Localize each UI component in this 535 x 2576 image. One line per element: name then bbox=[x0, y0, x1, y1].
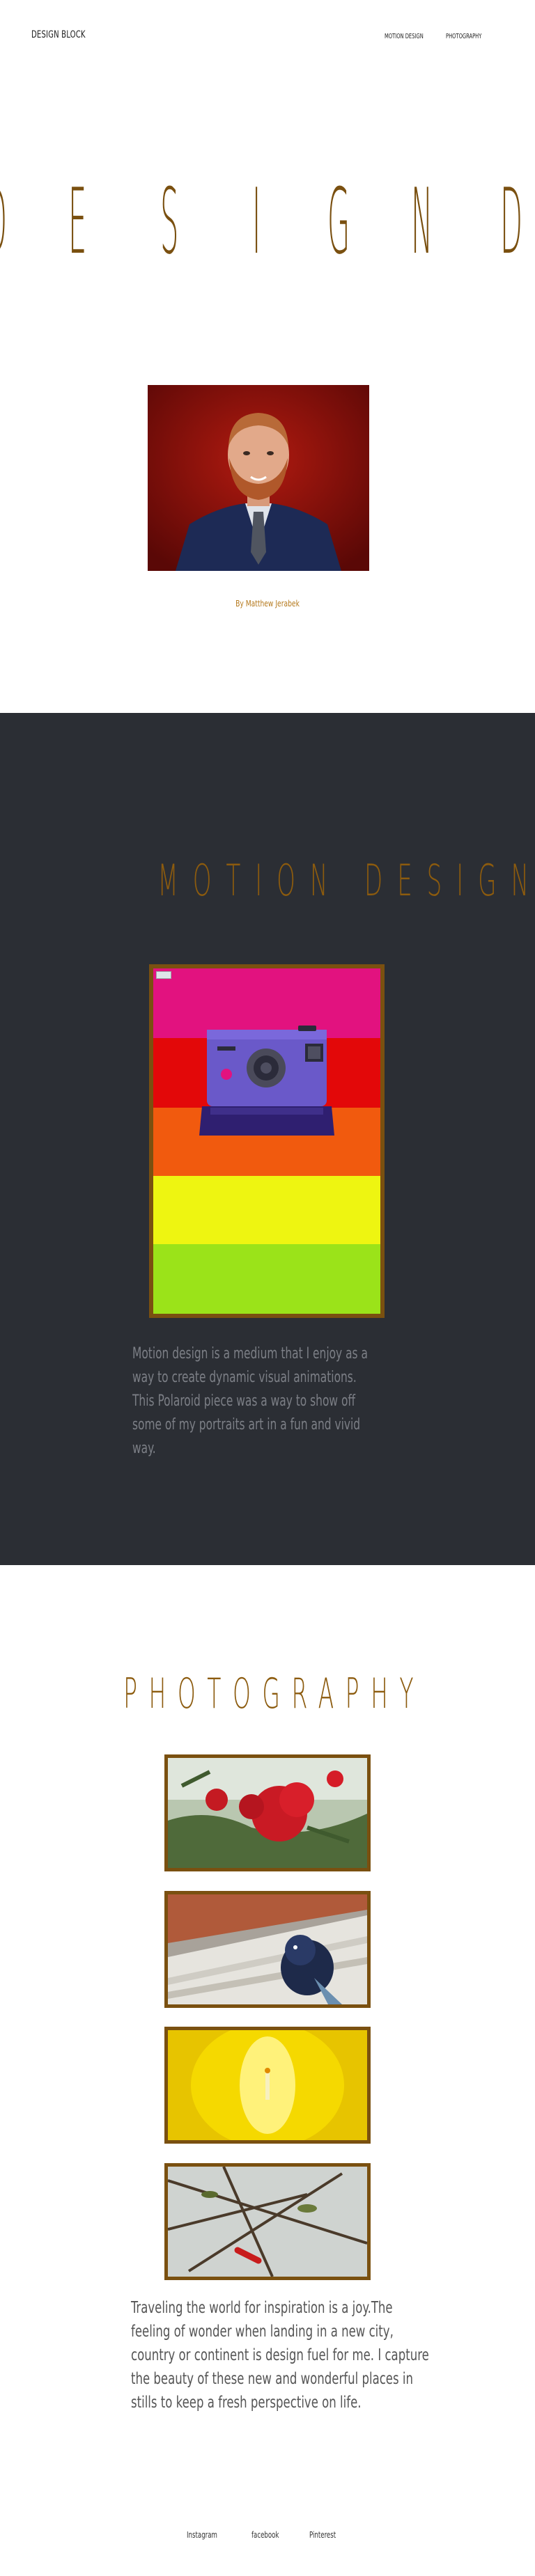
photo-bird-image bbox=[168, 1894, 367, 2004]
footer-link-instagram[interactable]: Instagram bbox=[187, 2530, 217, 2540]
nav-motion-design[interactable]: MOTION DESIGN bbox=[385, 33, 424, 40]
polaroid-frame bbox=[149, 964, 385, 1318]
polaroid-animation bbox=[153, 968, 380, 1314]
nav-photography[interactable]: PHOTOGRAPHY bbox=[446, 33, 481, 40]
footer-link-pinterest[interactable]: Pinterest bbox=[309, 2530, 336, 2540]
photo-flowers-image bbox=[168, 1758, 367, 1868]
photo-yellow-flower-image bbox=[168, 2030, 367, 2140]
photo-branches-image bbox=[168, 2167, 367, 2277]
motion-description: Motion design is a medium that I enjoy a… bbox=[132, 1345, 368, 1457]
photo-bird[interactable] bbox=[164, 1891, 371, 2008]
motion-title: MOTION DESIGN bbox=[157, 855, 535, 906]
hero-byline: By Matthew Jerabek bbox=[235, 599, 300, 608]
site-brand[interactable]: DESIGN BLOCK bbox=[31, 29, 86, 40]
hero-letters-svg: D E S I G N D bbox=[0, 168, 522, 274]
photography-description: Traveling the world for inspiration is a… bbox=[131, 2299, 429, 2412]
camera-icon bbox=[199, 1026, 334, 1136]
photo-flowers[interactable] bbox=[164, 1754, 371, 1871]
photo-yellow-flower[interactable] bbox=[164, 2027, 371, 2144]
hero-letter-g: G bbox=[327, 171, 350, 261]
hero-letter-d2: D bbox=[500, 171, 522, 261]
photo-branches[interactable] bbox=[164, 2163, 371, 2280]
hero-letter-i: I bbox=[252, 171, 261, 261]
hero-letter-e: E bbox=[68, 171, 86, 261]
photography-title: PHOTOGRAPHY bbox=[123, 1670, 426, 1718]
hero-letter-s: S bbox=[160, 171, 178, 261]
hero-letters: D E S I G N D bbox=[0, 168, 535, 274]
portrait-image bbox=[148, 385, 369, 571]
hero-letter-d1: D bbox=[0, 171, 7, 261]
footer-link-facebook[interactable]: facebook bbox=[251, 2530, 279, 2540]
hero-letter-n: N bbox=[411, 171, 433, 261]
